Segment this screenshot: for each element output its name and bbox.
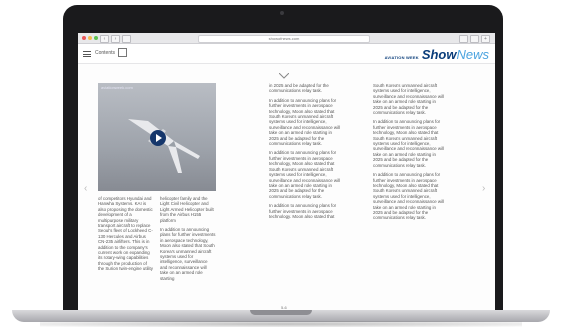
browser-tools: + [459,35,490,43]
laptop-screen: ‹ › showofnews.com + Contents AVIATION W… [78,33,495,310]
paragraph: In addition to announcing plans for furt… [269,150,341,199]
fullscreen-icon[interactable] [118,48,127,57]
paragraph: In addition to announcing plans for furt… [373,119,445,168]
text-column-4: South Korea's unmanned aircraft systems … [373,83,445,301]
app-header: Contents AVIATION WEEK ShowNews [78,44,495,64]
text-column-1: of competitors Hyundai and Hanwha System… [98,196,154,301]
maximize-window-dot[interactable] [94,36,98,40]
next-page-arrow[interactable]: › [482,183,485,194]
camera-icon [280,11,284,15]
contents-label[interactable]: Contents [95,50,115,56]
brand-logo: AVIATION WEEK ShowNews [385,46,489,64]
brand-news-text: News [456,47,489,62]
chevron-down-icon[interactable] [279,73,289,79]
minimize-window-dot[interactable] [88,36,92,40]
share-icon[interactable] [459,35,468,43]
paragraph: of competitors Hyundai and Hanwha System… [98,196,153,272]
paragraph: In addition to announcing plans for furt… [269,97,341,147]
menu-icon[interactable] [83,51,91,59]
paragraph: In addition to announcing plans for furt… [160,227,216,281]
sidebar-toggle-button[interactable] [122,35,131,43]
text-column-2: helicopter family and the Light Civil He… [160,196,216,301]
magazine-spread: aviationweek.com of competitors Hyundai … [98,83,476,303]
address-bar[interactable]: showofnews.com [198,35,370,43]
tabs-icon[interactable] [470,35,479,43]
paragraph: helicopter family and the Light Civil He… [160,196,214,223]
paragraph: in 2025 and be adapted for the communica… [269,83,329,94]
laptop-shadow [40,321,522,327]
nav-buttons: ‹ › [100,35,131,43]
new-tab-icon[interactable]: + [481,35,490,43]
forward-button[interactable]: › [111,35,120,43]
text-column-3: in 2025 and be adapted for the communica… [269,83,341,301]
back-button[interactable]: ‹ [100,35,109,43]
close-window-dot[interactable] [82,36,86,40]
browser-toolbar: ‹ › showofnews.com + [78,33,495,44]
video-player[interactable]: aviationweek.com [98,83,216,191]
laptop-notch [250,310,312,315]
play-button[interactable] [150,130,166,146]
previous-page-arrow[interactable]: ‹ [84,183,87,194]
paragraph: In addition to announcing plans for furt… [269,203,337,219]
paragraph: South Korea's unmanned aircraft systems … [373,83,445,116]
paragraph: In addition to announcing plans for furt… [373,172,445,221]
video-tag: aviationweek.com [101,85,133,90]
brand-show-text: Show [421,47,457,62]
window-controls [82,36,98,40]
brand-small-text: AVIATION WEEK [384,55,419,60]
